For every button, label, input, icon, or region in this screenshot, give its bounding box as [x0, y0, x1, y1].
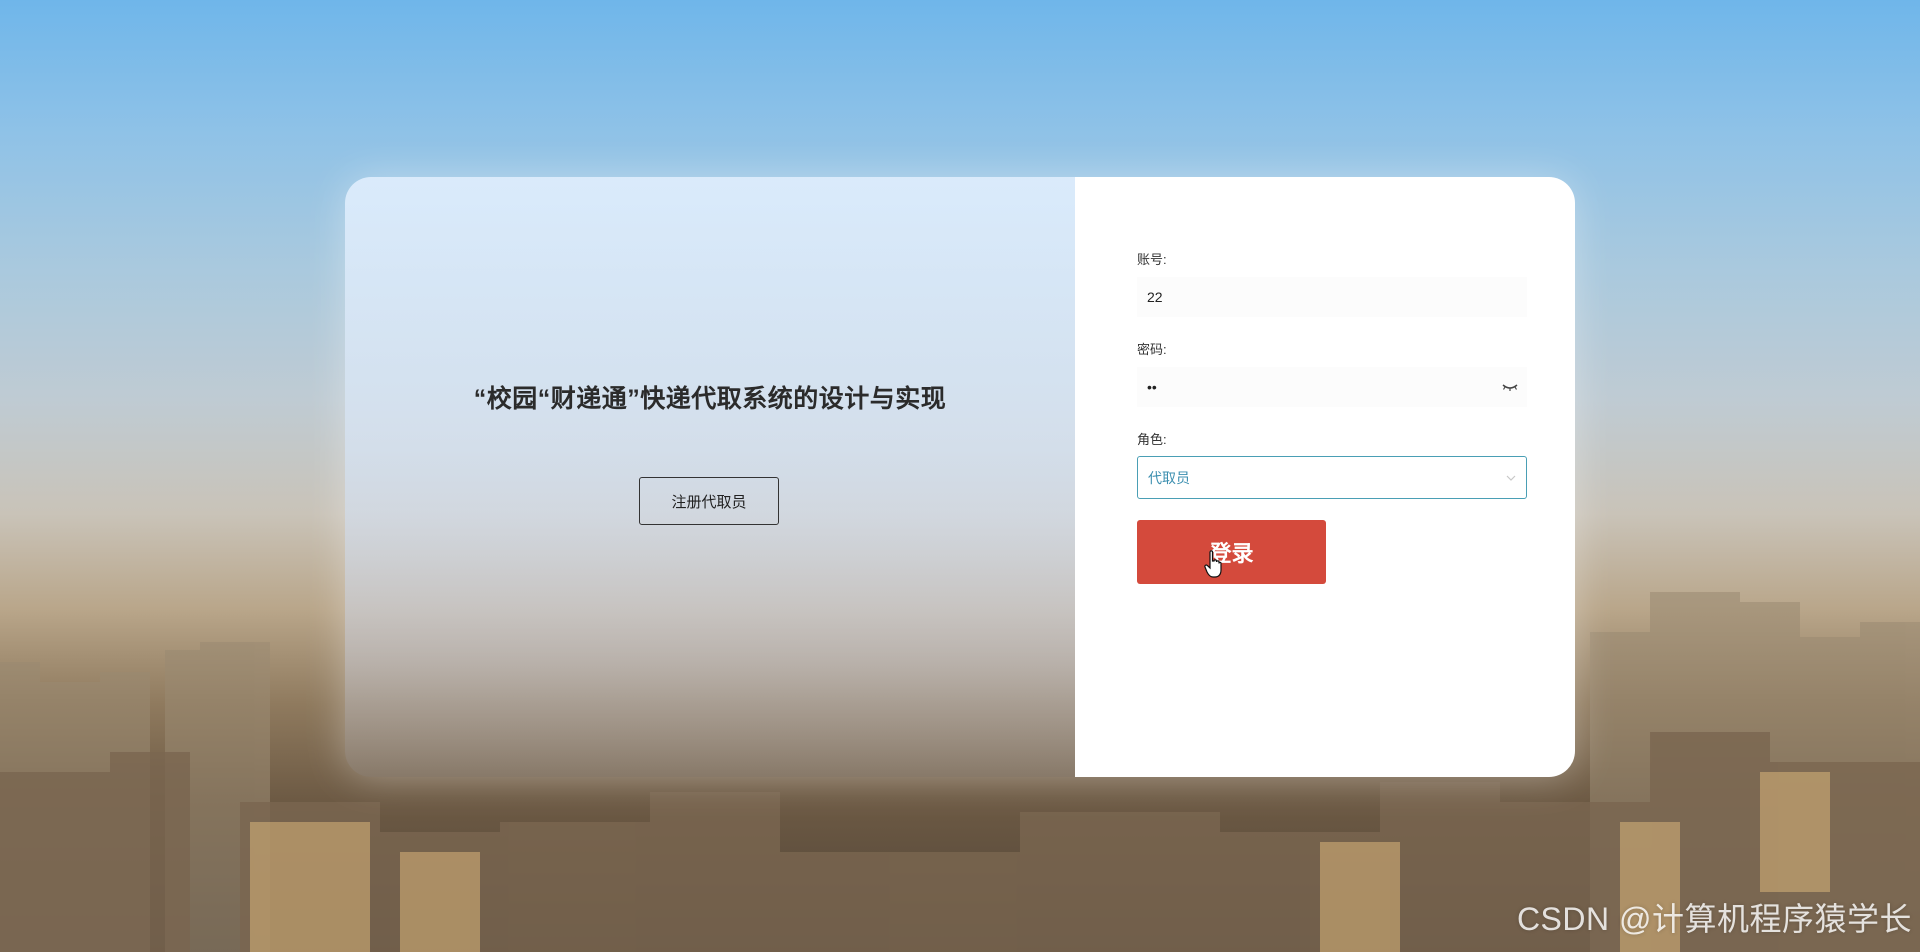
account-input[interactable] [1137, 277, 1527, 317]
intro-panel: “校园“财递通”快递代取系统的设计与实现 注册代取员 [345, 177, 1075, 777]
register-collector-button[interactable]: 注册代取员 [639, 477, 779, 525]
login-card: “校园“财递通”快递代取系统的设计与实现 注册代取员 账号: 密码: 角色: 代… [345, 177, 1575, 777]
chevron-down-icon [1506, 475, 1516, 481]
login-form: 账号: 密码: 角色: 代取员 登录 [1075, 177, 1575, 777]
eye-closed-icon[interactable] [1501, 380, 1519, 394]
login-button[interactable]: 登录 [1137, 520, 1326, 584]
password-input[interactable] [1137, 367, 1527, 407]
role-label: 角色: [1137, 432, 1167, 447]
login-page: “校园“财递通”快递代取系统的设计与实现 注册代取员 账号: 密码: 角色: 代… [0, 0, 1920, 952]
password-label: 密码: [1137, 342, 1167, 357]
hand-cursor-icon [1204, 550, 1222, 578]
system-title: “校园“财递通”快递代取系统的设计与实现 [473, 385, 947, 413]
role-selected-value: 代取员 [1148, 469, 1190, 486]
watermark-text: CSDN @计算机程序猿学长 [1516, 901, 1912, 937]
role-select[interactable]: 代取员 [1137, 456, 1527, 499]
account-label: 账号: [1137, 252, 1167, 267]
